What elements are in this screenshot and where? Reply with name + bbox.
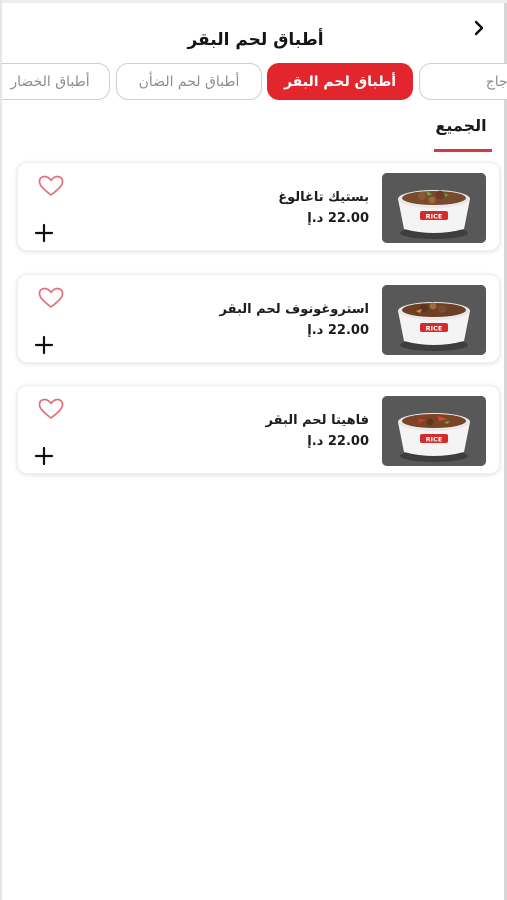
product-card[interactable]: RICE فاهيتا لحم البقر 22.00 د.إ [17,385,500,474]
tab-label: أطباق الدجاج [485,73,507,90]
add-to-cart-button[interactable] [34,223,54,243]
tab-lamb[interactable]: أطباق لحم الضأن [116,63,262,100]
product-name: فاهيتا لحم البقر [265,413,370,428]
svg-text:RICE: RICE [426,213,443,221]
category-tabs: أطباق الخضار أطباق لحم الضأن أطباق لحم ا… [2,61,507,103]
product-name: بستيك تاغالوغ [278,190,369,205]
top-divider [2,0,507,3]
product-image: RICE [382,396,486,466]
add-to-cart-button[interactable] [34,446,54,466]
tab-beef[interactable]: أطباق لحم البقر [267,63,413,100]
app-screen: أطباق لحم البقر أطباق الخضار أطباق لحم ا… [0,0,507,900]
tab-label: أطباق الخضار [10,73,90,90]
tab-vegetables[interactable]: أطباق الخضار [2,63,110,100]
tab-label: أطباق لحم الضأن [138,73,240,90]
product-image: RICE [382,285,486,355]
heart-icon[interactable] [38,287,64,309]
section-underline [434,149,492,152]
svg-text:RICE: RICE [426,325,443,333]
tab-label: أطباق لحم البقر [283,73,397,90]
heart-icon[interactable] [38,398,64,420]
heart-icon[interactable] [38,175,64,197]
product-price: 22.00 د.إ [307,323,369,338]
product-price: 22.00 د.إ [307,211,369,226]
section-tab-all[interactable]: الجميع [422,116,500,135]
tab-chicken[interactable]: أطباق الدجاج [419,63,507,100]
add-to-cart-button[interactable] [34,335,54,355]
product-card[interactable]: RICE بستيك تاغالوغ 22.00 د.إ [17,162,500,251]
page-title: أطباق لحم البقر [187,30,324,50]
svg-text:RICE: RICE [426,436,443,444]
product-price: 22.00 د.إ [307,434,369,449]
product-name: استروغونوف لحم البقر [219,302,369,317]
product-card[interactable]: RICE استروغونوف لحم البقر 22.00 د.إ [17,274,500,363]
product-image: RICE [382,173,486,243]
